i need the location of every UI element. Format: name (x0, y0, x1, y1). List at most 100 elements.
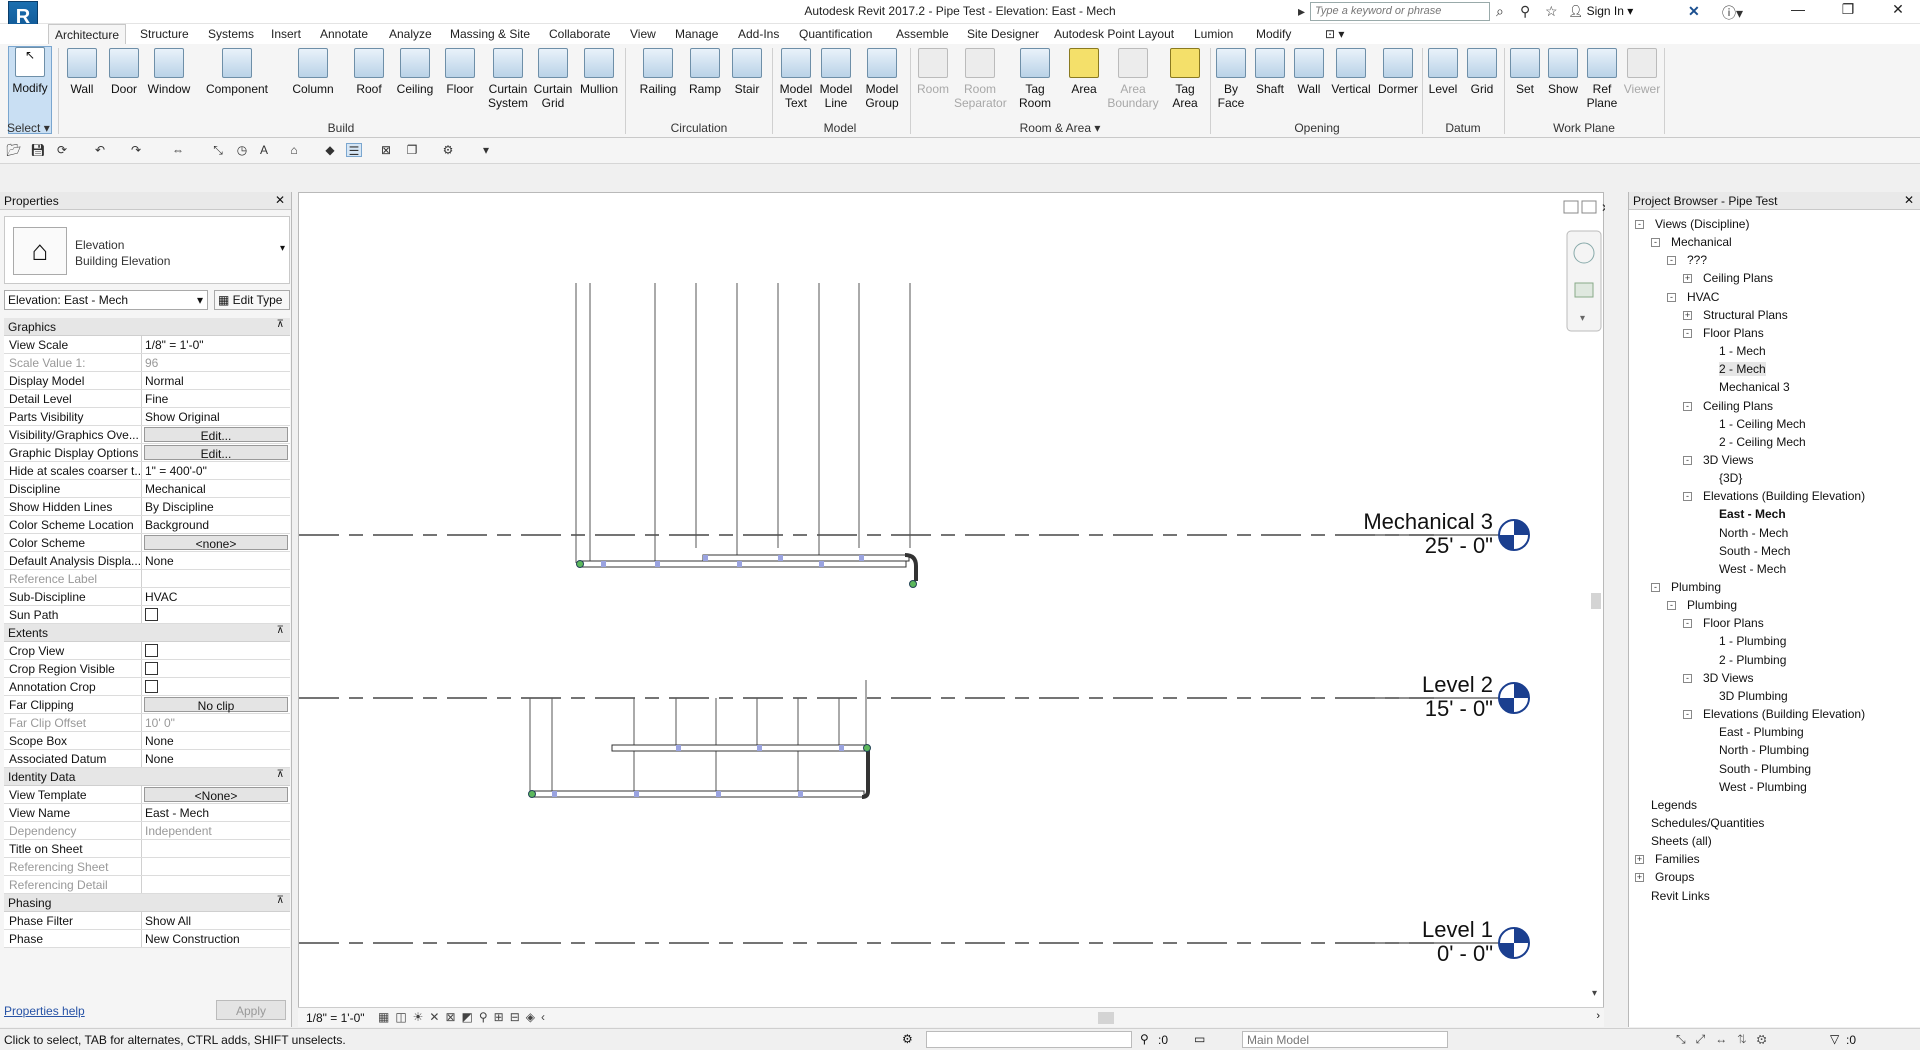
binoculars-icon[interactable]: ⌕ (1496, 3, 1504, 20)
tab-annotate[interactable]: Annotate (320, 27, 368, 41)
level-button[interactable]: Level (1424, 48, 1462, 96)
exchange-apps-icon[interactable]: ✕ (1688, 3, 1700, 20)
property-row[interactable]: Sun Path (4, 606, 290, 624)
roof-button[interactable]: Roof (352, 48, 386, 96)
comm-center-icon[interactable]: ⚲ (1520, 3, 1530, 20)
property-row[interactable]: View Template <None> (4, 786, 290, 804)
property-value[interactable]: Show Original (142, 408, 290, 425)
type-selector[interactable]: ⌂ Elevation Building Elevation ▾ (4, 216, 290, 284)
model-text-button[interactable]: Model Text (776, 48, 816, 110)
tab-manage[interactable]: Manage (675, 27, 718, 41)
browser-node[interactable]: 3D Plumbing (1719, 689, 1788, 703)
property-row[interactable]: Referencing Detail (4, 876, 290, 894)
ramp-button[interactable]: Ramp (686, 48, 724, 96)
tab-add-ins[interactable]: Add-Ins (738, 27, 779, 41)
property-row[interactable]: Color Scheme Location Background (4, 516, 290, 534)
browser-node[interactable]: Schedules/Quantities (1651, 816, 1764, 830)
property-value[interactable]: 1" = 400'-0" (142, 462, 290, 479)
property-checkbox[interactable] (145, 662, 158, 675)
property-row[interactable]: Detail Level Fine (4, 390, 290, 408)
browser-node[interactable]: 2 - Plumbing (1719, 653, 1786, 667)
expand-toggle-icon[interactable]: + (1683, 310, 1692, 320)
design-option-selector[interactable]: Main Model (1242, 1031, 1448, 1048)
browser-node[interactable]: Plumbing (1687, 598, 1737, 612)
property-row[interactable]: Far Clipping No clip (4, 696, 290, 714)
property-section-header[interactable]: Graphics ⊼ (4, 318, 290, 336)
property-value[interactable]: 1/8" = 1'-0" (142, 336, 290, 353)
window-button[interactable]: Window (146, 48, 192, 96)
property-button[interactable]: Edit... (144, 427, 288, 443)
browser-node[interactable]: Plumbing (1671, 580, 1721, 594)
property-button[interactable]: <none> (144, 535, 288, 551)
room-area-panel-label[interactable]: Room & Area ▾ (912, 121, 1208, 135)
browser-node[interactable]: West - Mech (1719, 562, 1786, 576)
collapse-toggle-icon[interactable]: - (1683, 455, 1692, 465)
property-row[interactable]: Discipline Mechanical (4, 480, 290, 498)
property-button[interactable]: No clip (144, 697, 288, 713)
curtain-system-button[interactable]: Curtain System (486, 48, 530, 110)
property-row[interactable]: Referencing Sheet (4, 858, 290, 876)
property-row[interactable]: Scope Box None (4, 732, 290, 750)
property-section-header[interactable]: Identity Data ⊼ (4, 768, 290, 786)
property-checkbox[interactable] (145, 608, 158, 621)
maximize-button[interactable]: ❐ (1828, 1, 1868, 23)
collapse-toggle-icon[interactable]: - (1683, 673, 1692, 683)
browser-node[interactable]: Mechanical (1671, 235, 1732, 249)
browser-node[interactable]: East - Mech (1719, 507, 1786, 521)
aligned-dimension-icon[interactable]: ⤡ (210, 143, 226, 157)
browser-node[interactable]: Legends (1651, 798, 1697, 812)
sign-in-button[interactable]: 👤︎ Sign In ▾ (1568, 4, 1633, 18)
customize-qat-icon[interactable]: ▾ (478, 143, 494, 157)
chevron-down-icon[interactable]: ▾ (280, 243, 285, 254)
browser-node[interactable]: 3D Views (1703, 671, 1753, 685)
property-row[interactable]: Phase Filter Show All (4, 912, 290, 930)
property-row[interactable]: Crop View (4, 642, 290, 660)
tab-quantification[interactable]: Quantification (799, 27, 872, 41)
open-icon[interactable]: 📂︎ (6, 143, 22, 157)
tab-structure[interactable]: Structure (140, 27, 189, 41)
property-button[interactable]: Edit... (144, 445, 288, 461)
property-row[interactable]: Far Clip Offset 10' 0" (4, 714, 290, 732)
browser-node[interactable]: South - Plumbing (1719, 762, 1811, 776)
browser-node[interactable]: Ceiling Plans (1703, 399, 1773, 413)
close-icon[interactable]: ✕ (1904, 193, 1914, 207)
tab-insert[interactable]: Insert (271, 27, 301, 41)
redo-icon[interactable]: ↷ (128, 143, 144, 157)
collapse-toggle-icon[interactable]: - (1683, 492, 1692, 502)
collapse-toggle-icon[interactable]: - (1683, 619, 1692, 629)
drawing-area[interactable]: ✕ ▾ (298, 192, 1605, 1027)
property-checkbox[interactable] (145, 644, 158, 657)
tab-massing-site[interactable]: Massing & Site (450, 27, 530, 41)
ref-plane-button[interactable]: Ref Plane (1584, 48, 1620, 110)
browser-node[interactable]: 1 - Ceiling Mech (1719, 417, 1806, 431)
property-row[interactable]: Phase New Construction (4, 930, 290, 948)
help-icon[interactable]: ⓘ▾ (1722, 3, 1743, 23)
grid-button[interactable]: Grid (1464, 48, 1500, 96)
set-button[interactable]: Set (1508, 48, 1542, 96)
model-line-button[interactable]: Model Line (816, 48, 856, 110)
collapse-toggle-icon[interactable]: - (1651, 583, 1660, 592)
property-value[interactable]: None (142, 750, 290, 767)
room-separator-button[interactable]: Room Separator (954, 48, 1007, 110)
horizontal-scrollbar-thumb[interactable] (1098, 1012, 1114, 1024)
tab-lumion[interactable]: Lumion (1194, 27, 1233, 41)
tab-view[interactable]: View (630, 27, 656, 41)
browser-node[interactable]: South - Mech (1719, 544, 1790, 558)
tab-collaborate[interactable]: Collaborate (549, 27, 610, 41)
tab-systems[interactable]: Systems (208, 27, 254, 41)
stair-button[interactable]: Stair (728, 48, 766, 96)
settings-icon[interactable]: ⚙ (440, 143, 456, 157)
property-row[interactable]: Display Model Normal (4, 372, 290, 390)
expand-toggle-icon[interactable]: + (1683, 274, 1692, 284)
level-label-level-2[interactable]: Level 2 15' - 0" (1422, 673, 1493, 721)
property-value[interactable]: Background (142, 516, 290, 533)
collapse-toggle-icon[interactable]: - (1667, 256, 1676, 266)
close-hidden-windows-icon[interactable]: ⊠ (378, 143, 394, 157)
property-value[interactable]: None (142, 732, 290, 749)
design-options-icon[interactable]: ▭ (1194, 1032, 1205, 1046)
browser-node[interactable]: 1 - Plumbing (1719, 634, 1786, 648)
collapse-toggle-icon[interactable]: - (1667, 292, 1676, 302)
railing-button[interactable]: Railing (638, 48, 678, 96)
collapse-toggle-icon[interactable]: - (1651, 238, 1660, 248)
property-row[interactable]: Hide at scales coarser t... 1" = 400'-0" (4, 462, 290, 480)
